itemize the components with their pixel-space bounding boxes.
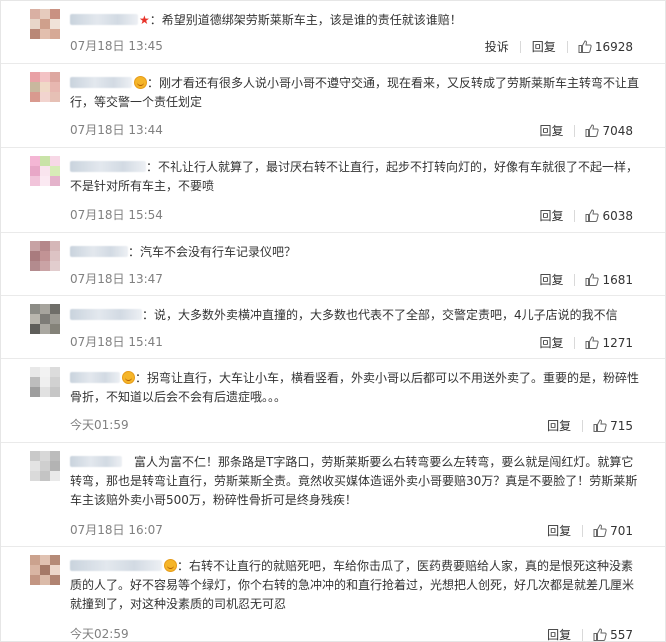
comment-actions: 回复 7048: [528, 122, 633, 139]
thumbs-up-icon: [585, 209, 600, 222]
thumbs-up-icon: [593, 419, 607, 432]
comment-actions: 回复 6038: [528, 207, 633, 224]
comment-list: ★：希望别道德绑架劳斯莱斯车主，该是谁的责任就该谁赔！ 07月18日 13:45…: [0, 0, 666, 642]
username[interactable]: [70, 560, 162, 571]
avatar[interactable]: [30, 367, 60, 397]
reply-button[interactable]: 回复: [536, 522, 582, 539]
like-count: 701: [610, 523, 633, 538]
colon: ：: [149, 13, 162, 27]
like-button[interactable]: 1681: [575, 273, 633, 287]
comment-item: ：不礼让行人就算了，最讨厌右转不让直行，起步不打转向灯的，好像有车就很了不起一样…: [1, 148, 665, 233]
star-badge-icon: ★: [139, 13, 150, 27]
comment-actions: 回复 715: [536, 417, 633, 434]
comment-item: ：右转不让直行的就赔死吧，车给你击瓜了，医药费要赔给人家，真的是恨死这种没素质的…: [1, 547, 665, 642]
thumbs-up-icon: [585, 124, 600, 137]
comment-text: 富人为富不仁！那条路是T字路口，劳斯莱斯要么右转弯要么左转弯，要么就是闯红灯。就…: [70, 455, 638, 507]
comment-item: 富人为富不仁！那条路是T字路口，劳斯莱斯要么右转弯要么左转弯，要么就是闯红灯。就…: [1, 443, 665, 547]
comment-content: ：说，大多数外卖横冲直撞的，大多数也代表不了全部，交警定责吧，4儿子店说的我不信: [70, 306, 645, 325]
comment-content: ：右转不让直行的就赔死吧，车给你击瓜了，医药费要赔给人家，真的是恨死这种没素质的…: [70, 557, 645, 614]
colon: ：: [142, 308, 155, 322]
avatar[interactable]: [30, 555, 60, 585]
comment-text: 拐弯让直行，大车让小车，横看竖看，外卖小哥以后都可以不用送外卖了。重要的是，粉碎…: [70, 371, 640, 404]
comment-actions: 回复 1681: [528, 271, 633, 288]
username[interactable]: [70, 14, 138, 25]
reply-button[interactable]: 回复: [528, 271, 574, 288]
vip-badge-icon: [122, 371, 135, 384]
reply-button[interactable]: 回复: [528, 207, 574, 224]
thumbs-up-icon: [585, 273, 600, 286]
report-button[interactable]: 投诉: [474, 38, 520, 55]
comment-text: 希望别道德绑架劳斯莱斯车主，该是谁的责任就该谁赔！: [161, 13, 462, 27]
like-count: 715: [610, 418, 633, 433]
comment-item: ：说，大多数外卖横冲直撞的，大多数也代表不了全部，交警定责吧，4儿子店说的我不信…: [1, 296, 665, 359]
like-button[interactable]: 1271: [575, 336, 633, 350]
comment-time: 07月18日 16:07: [70, 523, 163, 537]
comment-actions: 回复 701: [536, 522, 633, 539]
comment-time: 07月18日 13:44: [70, 123, 163, 137]
comment-time: 今天01:59: [70, 418, 129, 432]
reply-button[interactable]: 回复: [528, 122, 574, 139]
comment-content: ：不礼让行人就算了，最讨厌右转不让直行，起步不打转向灯的，好像有车就很了不起一样…: [70, 158, 645, 196]
comment-text: 汽车不会没有行车记录仪吧？: [140, 245, 297, 259]
like-button[interactable]: 16928: [568, 40, 633, 54]
reply-button[interactable]: 回复: [528, 334, 574, 351]
comment-item: ★：希望别道德绑架劳斯莱斯车主，该是谁的责任就该谁赔！ 07月18日 13:45…: [1, 1, 665, 64]
username[interactable]: [70, 309, 142, 320]
like-count: 557: [610, 627, 633, 642]
like-count: 16928: [594, 39, 633, 54]
comment-content: ：汽车不会没有行车记录仪吧？: [70, 243, 645, 262]
vip-badge-icon: [134, 76, 147, 89]
like-button[interactable]: 701: [583, 524, 633, 538]
username[interactable]: [70, 372, 120, 383]
thumbs-up-icon: [585, 336, 600, 349]
like-button[interactable]: 715: [583, 419, 633, 433]
thumbs-up-icon: [578, 40, 592, 53]
comment-item: ：刚才看还有很多人说小哥小哥不遵守交通，现在看来，又反转成了劳斯莱斯车主转弯不让…: [1, 64, 665, 148]
comment-actions: 回复 557: [536, 626, 633, 642]
avatar[interactable]: [30, 304, 60, 334]
colon: ：: [177, 559, 190, 573]
username[interactable]: [70, 246, 128, 257]
reply-button[interactable]: 回复: [536, 626, 582, 641]
reply-button[interactable]: 回复: [521, 38, 567, 55]
comment-time: 07月18日 13:45: [70, 39, 163, 53]
comment-content: 富人为富不仁！那条路是T字路口，劳斯莱斯要么右转弯要么左转弯，要么就是闯红灯。就…: [70, 453, 645, 510]
username[interactable]: [70, 77, 132, 88]
colon: ：: [135, 371, 148, 385]
comment-time: 07月18日 15:41: [70, 335, 163, 349]
like-count: 1271: [602, 335, 633, 350]
comment-content: ：拐弯让直行，大车让小车，横看竖看，外卖小哥以后都可以不用送外卖了。重要的是，粉…: [70, 369, 645, 407]
colon: ：: [128, 245, 141, 259]
comment-item: ：拐弯让直行，大车让小车，横看竖看，外卖小哥以后都可以不用送外卖了。重要的是，粉…: [1, 359, 665, 443]
colon: ：: [147, 76, 160, 90]
avatar[interactable]: [30, 9, 60, 39]
comment-item: ：汽车不会没有行车记录仪吧？ 07月18日 13:47 回复 1681: [1, 233, 665, 296]
comment-actions: 投诉 回复 16928: [474, 38, 633, 55]
comment-content: ：刚才看还有很多人说小哥小哥不遵守交通，现在看来，又反转成了劳斯莱斯车主转弯不让…: [70, 74, 645, 112]
comment-time: 07月18日 13:47: [70, 272, 163, 286]
vip-badge-icon: [164, 559, 177, 572]
avatar[interactable]: [30, 156, 60, 186]
like-button[interactable]: 6038: [575, 209, 633, 223]
comment-content: ★：希望别道德绑架劳斯莱斯车主，该是谁的责任就该谁赔！: [70, 11, 645, 30]
reply-button[interactable]: 回复: [536, 417, 582, 434]
comment-text: 说，大多数外卖横冲直撞的，大多数也代表不了全部，交警定责吧，4儿子店说的我不信: [154, 308, 618, 322]
comment-time: 今天02:59: [70, 627, 129, 641]
like-count: 7048: [602, 123, 633, 138]
like-count: 1681: [602, 272, 633, 287]
colon: [122, 455, 134, 469]
comment-actions: 回复 1271: [528, 334, 633, 351]
like-button[interactable]: 557: [583, 627, 633, 642]
username[interactable]: [70, 456, 122, 467]
username[interactable]: [70, 161, 146, 172]
avatar[interactable]: [30, 72, 60, 102]
avatar[interactable]: [30, 451, 60, 481]
comment-time: 07月18日 15:54: [70, 208, 163, 222]
thumbs-up-icon: [593, 524, 607, 537]
like-count: 6038: [602, 208, 633, 223]
thumbs-up-icon: [593, 628, 607, 641]
like-button[interactable]: 7048: [575, 124, 633, 138]
avatar[interactable]: [30, 241, 60, 271]
colon: ：: [146, 160, 159, 174]
